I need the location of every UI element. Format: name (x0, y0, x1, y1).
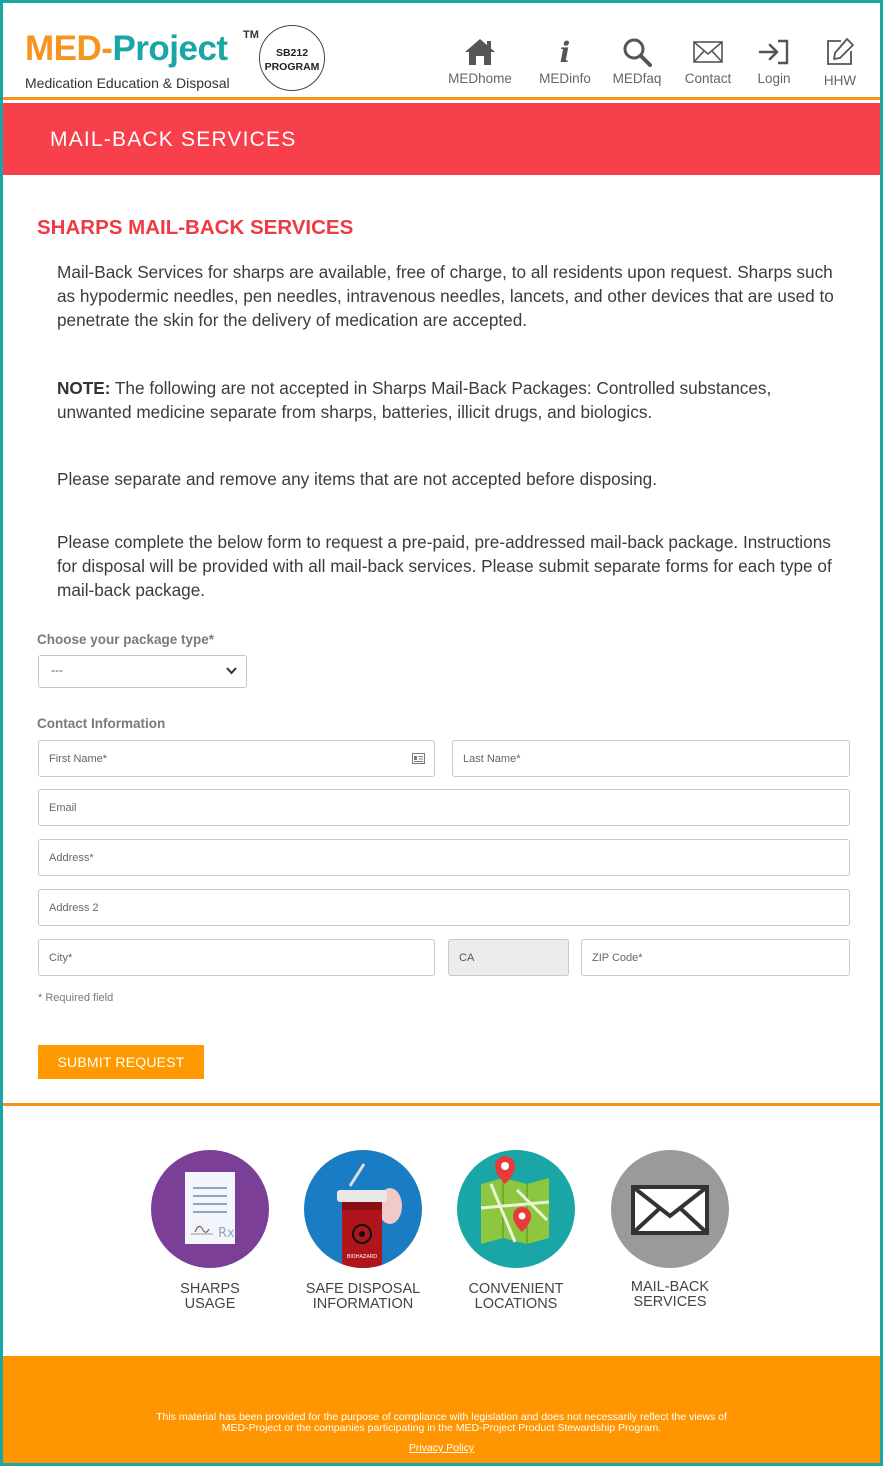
last-name-input[interactable]: Last Name* (452, 740, 850, 777)
label-line-1: SAFE DISPOSAL (305, 1281, 421, 1297)
footer-link-convenient-locations[interactable]: CONVENIENT LOCATIONS (436, 1150, 596, 1312)
login-icon (736, 35, 812, 69)
city-placeholder: City* (49, 952, 73, 964)
state-value: CA (459, 952, 475, 964)
submit-request-button[interactable]: SUBMIT REQUEST (38, 1045, 204, 1079)
address-placeholder: Address* (49, 852, 94, 864)
footer-link-label: SHARPS USAGE (130, 1282, 290, 1312)
nav-label: MEDinfo (539, 71, 591, 86)
footer-link-label: MAIL-BACK SERVICES (590, 1280, 750, 1310)
zip-code-input[interactable]: ZIP Code* (581, 939, 850, 976)
nav-label: MEDhome (448, 71, 512, 86)
footer-disclaimer: This material has been provided for the … (3, 1412, 880, 1434)
footer-link-label: SAFE DISPOSAL INFORMATION (283, 1282, 443, 1312)
label-line-2: SERVICES (633, 1294, 707, 1310)
search-icon (599, 35, 675, 69)
nav-item-medfaq[interactable]: MEDfaq (599, 35, 675, 86)
address2-input[interactable]: Address 2 (38, 889, 850, 926)
intro-paragraph: Mail-Back Services for sharps are availa… (57, 262, 834, 330)
nav-label: HHW (823, 73, 857, 88)
note-paragraph: NOTE: The following are not accepted in … (57, 376, 847, 424)
label-line-2: INFORMATION (312, 1296, 414, 1312)
edit-icon (802, 35, 878, 69)
nav-item-contact[interactable]: Contact (670, 35, 746, 86)
address-input[interactable]: Address* (38, 839, 850, 876)
footer-link-sharps-usage[interactable]: Rx SHARPS USAGE (130, 1150, 290, 1312)
info-icon: i (559, 35, 571, 69)
state-field: CA (448, 939, 569, 976)
label-line-1: SHARPS (180, 1281, 240, 1297)
label-line-2: LOCATIONS (474, 1296, 558, 1312)
banner-title: MAIL-BACK SERVICES (50, 128, 297, 151)
envelope-icon (611, 1150, 729, 1268)
map-pin-icon (457, 1150, 575, 1268)
nav-label: Contact (684, 71, 732, 86)
email-placeholder: Email (49, 802, 77, 814)
email-input[interactable]: Email (38, 789, 850, 826)
form-instructions-paragraph: Please complete the below form to reques… (57, 532, 832, 600)
city-input[interactable]: City* (38, 939, 435, 976)
label-line-1: MAIL-BACK (630, 1279, 710, 1295)
contact-card-icon[interactable] (412, 753, 425, 764)
home-icon (442, 35, 518, 69)
section-title: SHARPS MAIL-BACK SERVICES (37, 216, 354, 239)
nav-item-medhome[interactable]: MEDhome (442, 35, 518, 86)
label-line-2: USAGE (184, 1296, 236, 1312)
svg-text:Rx: Rx (218, 1226, 235, 1241)
nav-item-hhw[interactable]: HHW (802, 35, 878, 88)
nav-label: MEDfaq (612, 71, 662, 86)
privacy-policy-text[interactable]: Privacy Policy (409, 1442, 474, 1454)
footer-link-label: CONVENIENT LOCATIONS (436, 1282, 596, 1312)
privacy-policy-link[interactable]: Privacy Policy (3, 1442, 880, 1454)
note-label: NOTE: (57, 378, 111, 398)
biohazard-container-icon: BIOHAZARD (304, 1150, 422, 1268)
nav-item-login[interactable]: Login (736, 35, 812, 86)
chevron-down-icon (226, 667, 237, 675)
envelope-icon (670, 35, 746, 69)
disclaimer-line-2: MED-Project or the companies participati… (221, 1422, 662, 1434)
page-banner: MAIL-BACK SERVICES (3, 103, 880, 175)
section-divider (3, 1103, 880, 1106)
first-name-placeholder: First Name* (49, 753, 108, 765)
package-type-select[interactable]: --- (38, 655, 247, 688)
first-name-input[interactable]: First Name* (38, 740, 435, 777)
zip-placeholder: ZIP Code* (592, 952, 643, 964)
label-line-1: CONVENIENT (468, 1281, 564, 1297)
svg-text:BIOHAZARD: BIOHAZARD (347, 1254, 377, 1260)
last-name-placeholder: Last Name* (463, 753, 521, 765)
site-header: MED-Project TM Medication Education & Di… (3, 3, 880, 100)
nav-item-medinfo[interactable]: i MEDinfo (527, 35, 603, 87)
main-nav: MEDhome i MEDinfo MEDfaq Contact Login H… (3, 35, 880, 95)
prescription-document-icon: Rx (151, 1150, 269, 1268)
required-field-note: * Required field (38, 992, 114, 1004)
footer-link-safe-disposal[interactable]: BIOHAZARD SAFE DISPOSAL INFORMATION (283, 1150, 443, 1312)
separate-items-paragraph: Please separate and remove any items tha… (57, 469, 658, 489)
address2-placeholder: Address 2 (49, 902, 99, 914)
package-type-label: Choose your package type* (37, 632, 215, 647)
note-text: The following are not accepted in Sharps… (57, 378, 772, 422)
site-footer: This material has been provided for the … (3, 1356, 880, 1463)
contact-info-label: Contact Information (37, 716, 166, 731)
footer-link-mail-back-services[interactable]: MAIL-BACK SERVICES (590, 1150, 750, 1310)
nav-label: Login (757, 71, 791, 86)
package-type-value: --- (51, 663, 63, 677)
